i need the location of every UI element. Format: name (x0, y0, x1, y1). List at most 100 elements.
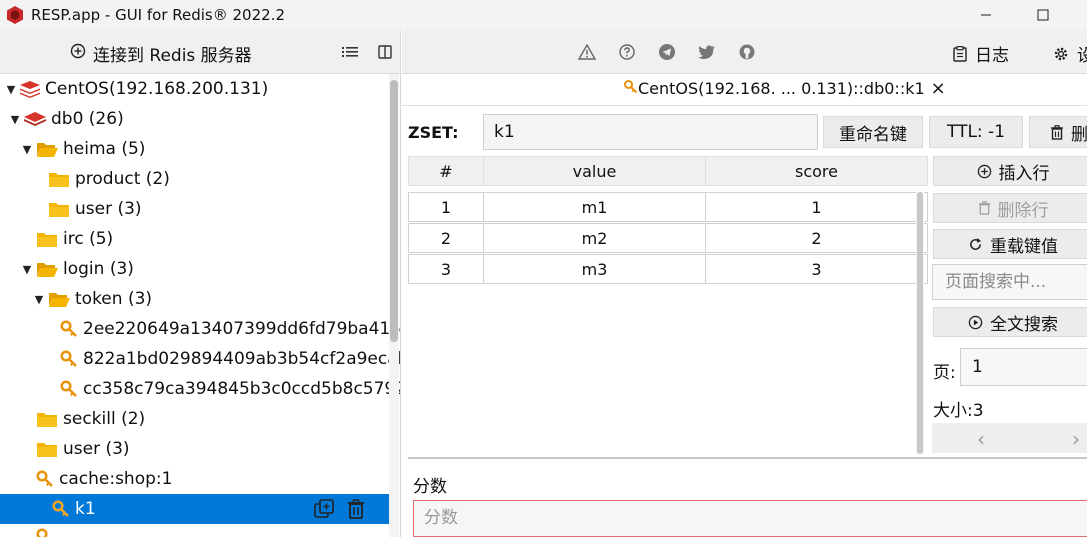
database-icon (24, 112, 46, 126)
copy-key-icon[interactable] (314, 499, 334, 524)
tree-item[interactable]: ▼ CentOS(192.168.200.131) (4, 74, 268, 104)
key-icon (624, 79, 638, 98)
splitter[interactable] (408, 457, 1087, 459)
ttl-label: TTL: -1 (946, 122, 1006, 142)
expand-arrow-icon[interactable]: ▼ (32, 293, 46, 306)
folder-icon (36, 411, 58, 428)
table-cell-value[interactable]: m1 (483, 192, 706, 222)
rename-key-button[interactable]: 重命名键 (823, 116, 923, 148)
tree-item[interactable]: ▼ token (3) (32, 284, 152, 314)
redis-server-icon (20, 80, 40, 98)
tree-item-partial[interactable] (36, 524, 54, 537)
tab-bar: CentOS(192.168. ... 0.131)::db0::k1 × (402, 74, 1087, 106)
score-input[interactable]: 分数 (413, 500, 1087, 537)
folder-open-icon (36, 141, 58, 158)
key-icon (60, 350, 78, 368)
main-toolbar: 日志 设 (402, 30, 1087, 74)
next-page-button[interactable]: › (1072, 427, 1080, 451)
tree-item[interactable]: 2ee220649a13407399dd6fd79ba415f2 (60, 314, 401, 344)
key-name-field[interactable]: k1 (483, 114, 818, 150)
tree-item[interactable]: irc (5) (20, 224, 113, 254)
delete-row-label: 删除行 (997, 200, 1049, 221)
table-header-value[interactable]: value (483, 156, 706, 186)
ttl-button[interactable]: TTL: -1 (929, 116, 1023, 148)
delete-key-icon[interactable] (347, 499, 365, 524)
insert-row-button[interactable]: 插入行 (933, 156, 1087, 186)
folder-icon (36, 231, 58, 248)
tree-item-label: heima (5) (63, 139, 146, 159)
plus-circle-icon (977, 164, 992, 179)
expand-arrow-icon[interactable]: ▼ (20, 143, 34, 156)
folder-icon (36, 441, 58, 458)
split-view-icon[interactable] (376, 43, 394, 61)
expand-arrow-icon[interactable]: ▼ (4, 83, 18, 96)
tree-item[interactable]: seckill (2) (20, 404, 145, 434)
tab-key-k1[interactable]: CentOS(192.168. ... 0.131)::db0::k1 × (624, 78, 946, 99)
key-icon (36, 470, 54, 488)
delete-row-button[interactable]: 删除行 (933, 193, 1087, 223)
tree-item[interactable]: ▼ login (3) (20, 254, 134, 284)
key-panel: 日志 设 CentOS(192.168. ... 0.131)::db0::k1… (402, 30, 1087, 537)
connections-panel: 连接到 Redis 服务器 ▼ CentOS(192.168.200.131) ▼ d… (0, 30, 401, 537)
table-header-index[interactable]: # (408, 156, 484, 186)
fulltext-search-button[interactable]: 全文搜索 (933, 307, 1087, 337)
table-cell-score[interactable]: 3 (705, 254, 928, 284)
minimize-button[interactable] (963, 0, 1009, 30)
tree-item-label: 2ee220649a13407399dd6fd79ba415f2 (83, 319, 401, 339)
plus-circle-icon (70, 43, 86, 64)
tree-item-label: user (3) (63, 439, 130, 459)
table-header-score[interactable]: score (705, 156, 928, 186)
table-cell-index[interactable]: 1 (408, 192, 484, 222)
twitter-icon[interactable] (698, 43, 716, 61)
trash-icon (1050, 124, 1064, 140)
tab-close-icon[interactable]: × (931, 78, 946, 99)
telegram-icon[interactable] (658, 43, 676, 61)
tree-item-label: irc (5) (63, 229, 114, 249)
table-scrollbar[interactable] (916, 192, 924, 454)
key-icon (60, 380, 78, 398)
table-cell-index[interactable]: 2 (408, 223, 484, 253)
table-cell-value[interactable]: m3 (483, 254, 706, 284)
tree-item-selected[interactable]: k1 (0, 494, 399, 524)
tree-item-label: login (3) (63, 259, 134, 279)
settings-label: 设 (1077, 46, 1087, 66)
table-cell-value[interactable]: m2 (483, 223, 706, 253)
prev-page-button[interactable]: ‹ (977, 427, 985, 451)
tree-item[interactable]: ▼ heima (5) (20, 134, 146, 164)
tree-item-label: db0 (26) (51, 109, 124, 129)
reload-icon (968, 237, 983, 252)
window-title: RESP.app - GUI for Redis® 2022.2 (31, 6, 286, 24)
maximize-button[interactable] (1020, 0, 1066, 30)
tree-item[interactable]: cc358c79ca394845b3c0ccd5b8c5792a (60, 374, 400, 404)
settings-button[interactable]: 设 (1053, 41, 1087, 66)
expand-arrow-icon[interactable]: ▼ (8, 113, 22, 126)
delete-key-button[interactable]: 删 (1029, 116, 1087, 148)
trash-icon (978, 201, 991, 215)
connect-redis-button[interactable]: 连接到 Redis 服务器 (70, 41, 252, 66)
table-cell-score[interactable]: 2 (705, 223, 928, 253)
page-search-input[interactable]: 页面搜索中... (932, 264, 1087, 300)
tree-item-label: seckill (2) (63, 409, 146, 429)
github-icon[interactable] (738, 43, 756, 61)
expand-arrow-icon[interactable]: ▼ (20, 263, 34, 276)
warning-icon[interactable] (578, 43, 596, 61)
reload-key-button[interactable]: 重载键值 (933, 229, 1087, 259)
tree-item-label: cache:shop:1 (59, 469, 173, 489)
table-cell-index[interactable]: 3 (408, 254, 484, 284)
log-button[interactable]: 日志 (953, 41, 1009, 66)
tree-item[interactable]: 822a1bd029894409ab3b54cf2a9ecab6 (60, 344, 400, 374)
tree-scrollbar[interactable] (389, 74, 399, 537)
key-icon (52, 500, 70, 518)
tree-item[interactable]: user (3) (32, 194, 142, 224)
tree-item[interactable]: ▼ db0 (26) (8, 104, 124, 134)
page-number-input[interactable]: 1 (960, 348, 1087, 386)
fulltext-search-label: 全文搜索 (990, 314, 1058, 335)
tree-item[interactable]: user (3) (20, 434, 130, 464)
tree-item[interactable]: product (2) (32, 164, 170, 194)
table-cell-score[interactable]: 1 (705, 192, 928, 222)
list-icon[interactable] (341, 43, 359, 61)
help-icon[interactable] (618, 43, 636, 61)
tree-item[interactable]: cache:shop:1 (20, 464, 172, 494)
tree-item-label: product (2) (75, 169, 170, 189)
pager: ‹ › (932, 423, 1087, 453)
